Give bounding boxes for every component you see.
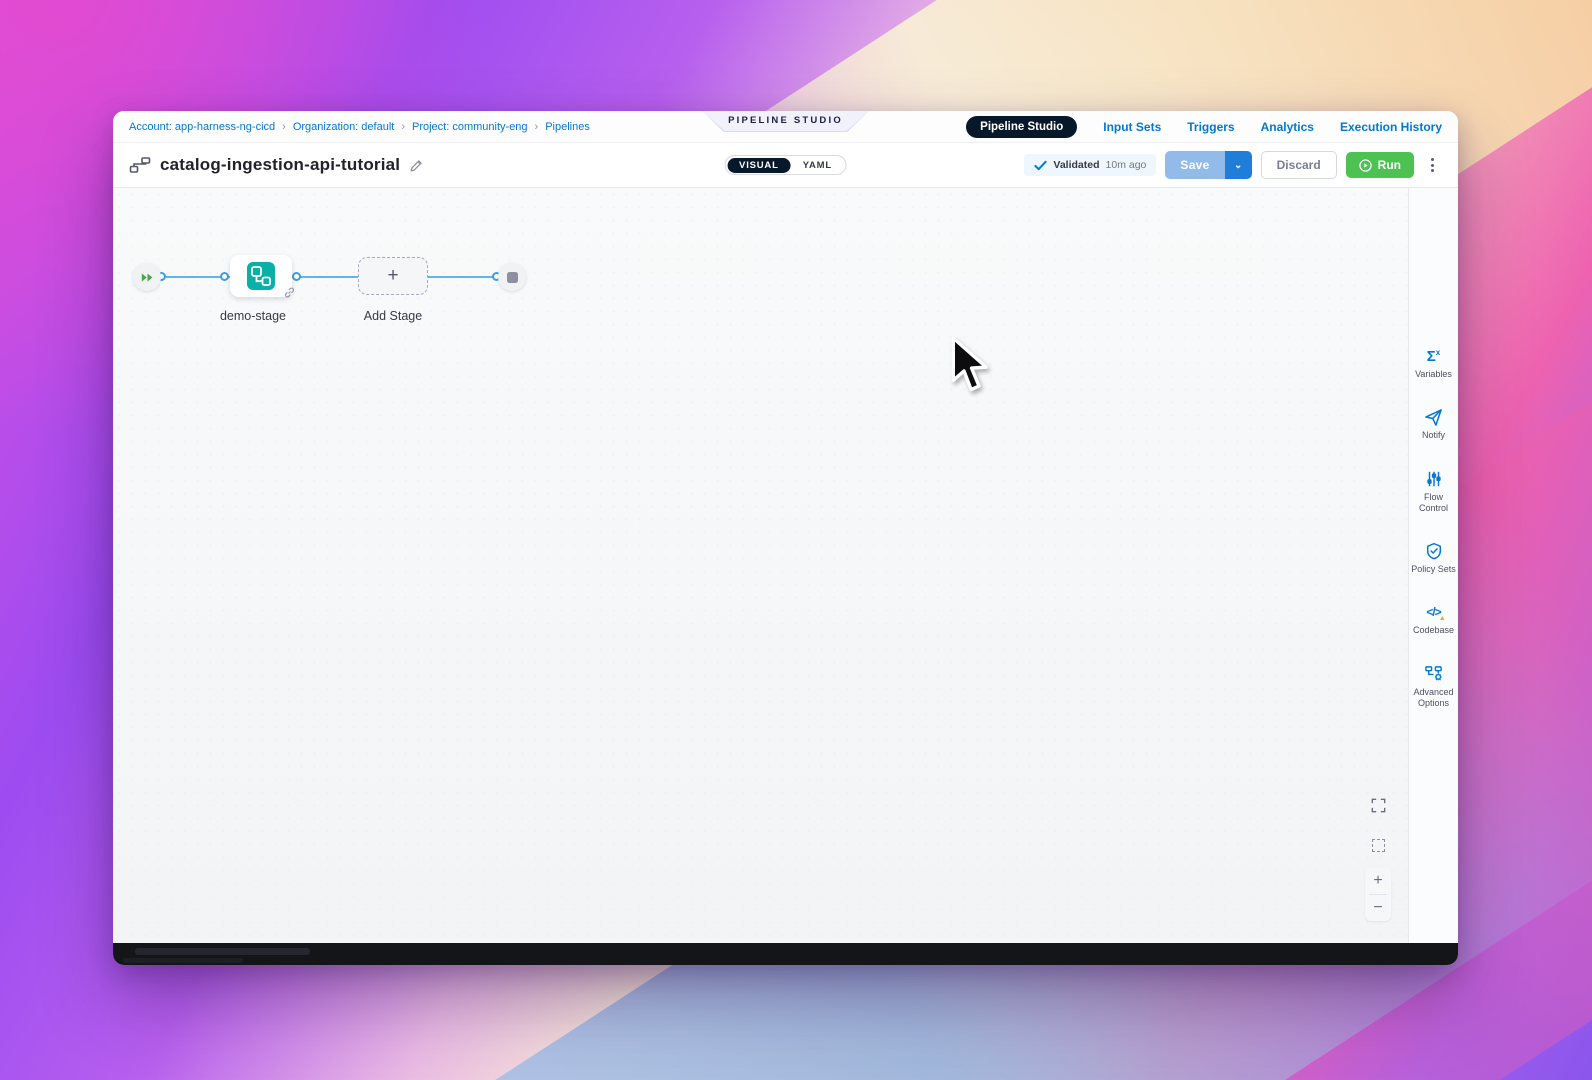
right-toolbar: Σx Variables Notify (1408, 188, 1458, 943)
breadcrumb-pipelines[interactable]: Pipelines (545, 121, 590, 133)
save-split-button: Save ⌄ (1165, 151, 1251, 179)
check-icon (1034, 160, 1047, 171)
variables-sigma-icon: Σx (1427, 346, 1440, 366)
plus-icon: + (387, 265, 398, 287)
stage-condition-link-icon (284, 287, 295, 298)
start-play-icon (141, 272, 154, 283)
zoom-in-button[interactable]: + (1365, 868, 1391, 894)
panel-item-variables[interactable]: Σx Variables (1411, 346, 1457, 380)
breadcrumb-project[interactable]: Project: community-eng (412, 121, 528, 133)
chevron-down-icon: ⌄ (1234, 160, 1242, 171)
add-stage-label: Add Stage (333, 309, 453, 323)
dashed-square-icon (1372, 839, 1385, 852)
validated-time: 10m ago (1106, 159, 1147, 171)
toggle-yaml[interactable]: YAML (791, 158, 844, 173)
zoom-controls: + − (1365, 868, 1391, 921)
breadcrumb: Account: app-harness-ng-cicd › Organizat… (129, 121, 590, 133)
pipeline-start-node[interactable] (133, 263, 161, 291)
stage-label: demo-stage (193, 309, 313, 323)
stage-node-demo-stage[interactable] (230, 255, 292, 297)
stop-square-icon (507, 272, 518, 283)
breadcrumb-account[interactable]: Account: app-harness-ng-cicd (129, 121, 275, 133)
run-play-icon (1359, 159, 1372, 172)
breadcrumb-organization[interactable]: Organization: default (293, 121, 395, 133)
tab-triggers[interactable]: Triggers (1187, 120, 1234, 134)
tab-execution-history[interactable]: Execution History (1340, 120, 1442, 134)
flowchart-gear-icon (1424, 664, 1443, 684)
code-warning-icon: </>▲ (1426, 602, 1440, 622)
edit-pencil-icon[interactable] (409, 158, 424, 173)
custom-stage-icon (246, 261, 276, 291)
panel-item-notify[interactable]: Notify (1411, 407, 1457, 441)
breadcrumb-separator-icon: › (401, 121, 405, 133)
panel-item-flow-control[interactable]: Flow Control (1411, 469, 1457, 515)
tab-input-sets[interactable]: Input Sets (1103, 120, 1161, 134)
background-window-strip (113, 943, 1458, 965)
pipeline-end-node[interactable] (498, 263, 526, 291)
page-title: catalog-ingestion-api-tutorial (160, 155, 400, 175)
panel-item-policy-sets[interactable]: Policy Sets (1411, 541, 1457, 575)
link-port-icon[interactable] (220, 272, 229, 281)
view-toggle: VISUAL YAML (724, 155, 847, 175)
shield-check-icon (1425, 541, 1443, 561)
pipeline-canvas[interactable]: demo-stage + Add Stage + − (113, 188, 1408, 943)
fit-view-button[interactable] (1365, 792, 1391, 818)
pipeline-icon (129, 156, 151, 174)
panel-item-advanced-options[interactable]: Advanced Options (1411, 664, 1457, 710)
reset-selection-button[interactable] (1365, 832, 1391, 858)
sliders-icon (1425, 469, 1443, 489)
discard-button[interactable]: Discard (1261, 151, 1337, 179)
more-options-kebab-icon[interactable] (1423, 154, 1442, 176)
breadcrumb-separator-icon: › (535, 121, 539, 133)
breadcrumb-separator-icon: › (282, 121, 286, 133)
top-header: Account: app-harness-ng-cicd › Organizat… (113, 111, 1458, 143)
pipeline-toolbar: catalog-ingestion-api-tutorial VISUAL YA… (113, 143, 1458, 188)
app-window: Account: app-harness-ng-cicd › Organizat… (113, 111, 1458, 965)
tab-pipeline-studio[interactable]: Pipeline Studio (966, 116, 1077, 138)
paper-plane-icon (1424, 407, 1443, 427)
pipeline-connector-line (147, 276, 512, 278)
tab-analytics[interactable]: Analytics (1261, 120, 1314, 134)
run-button[interactable]: Run (1346, 152, 1414, 178)
zoom-out-button[interactable]: − (1365, 895, 1391, 921)
save-button[interactable]: Save (1165, 151, 1224, 179)
save-dropdown-button[interactable]: ⌄ (1225, 151, 1252, 179)
mouse-cursor (948, 336, 990, 396)
pipeline-studio-ribbon: PIPELINE STUDIO (702, 111, 869, 132)
toggle-visual[interactable]: VISUAL (727, 158, 791, 173)
zoom-in-icon: + (1373, 872, 1382, 890)
panel-item-codebase[interactable]: </>▲ Codebase (1411, 602, 1457, 636)
nav-tabs: Pipeline Studio Input Sets Triggers Anal… (966, 116, 1442, 138)
add-stage-button[interactable]: + (358, 257, 428, 295)
link-port-icon[interactable] (292, 272, 301, 281)
zoom-out-icon: − (1373, 899, 1382, 917)
validation-status-badge: Validated 10m ago (1024, 154, 1156, 176)
